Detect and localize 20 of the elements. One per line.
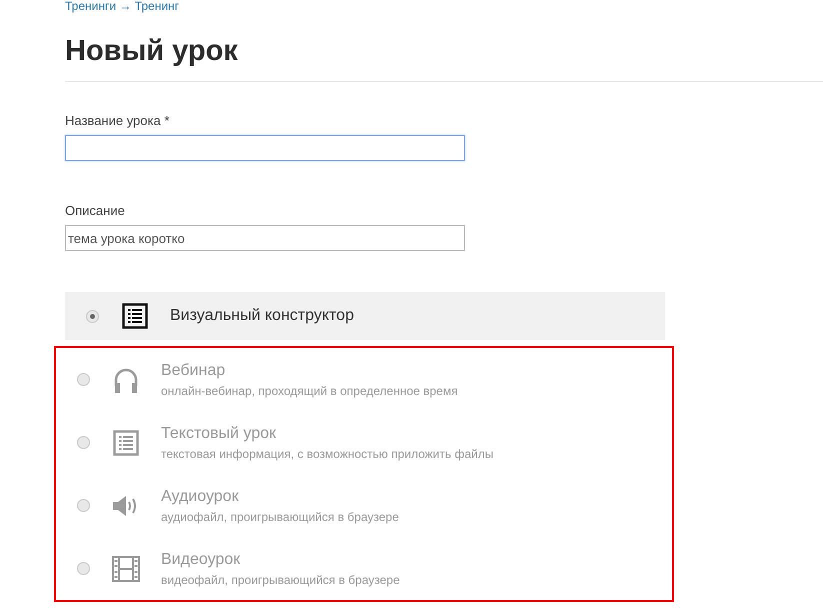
text-input[interactable] bbox=[65, 135, 465, 161]
text-input[interactable]: тема урока коротко bbox=[65, 225, 465, 251]
option-title: Текстовый урок bbox=[161, 424, 277, 444]
option-description: текстовая информация, с возможностью приложить файлы bbox=[161, 447, 494, 461]
list-icon bbox=[122, 303, 148, 329]
field-label: Описание bbox=[65, 203, 126, 218]
option-title: Аудиоурок bbox=[161, 487, 240, 507]
option-title: Вебинар bbox=[161, 361, 226, 381]
lesson-type-option[interactable]: Визуальный конструктор bbox=[65, 292, 665, 340]
option-title: Визуальный конструктор bbox=[170, 306, 354, 326]
film-icon bbox=[112, 556, 140, 582]
radio-button[interactable] bbox=[86, 310, 99, 322]
field-label: Название урока * bbox=[65, 113, 170, 128]
option-title: Видеоурок bbox=[161, 550, 242, 570]
breadcrumb[interactable]: Тренинги → Тренинг bbox=[65, 0, 823, 12]
page-title: Новый урок bbox=[65, 34, 239, 68]
list-icon bbox=[113, 430, 139, 456]
option-description: онлайн-вебинар, проходящий в определенное время bbox=[161, 384, 458, 398]
option-description: аудиофайл, проигрывающийся в браузере bbox=[161, 510, 399, 524]
option-description: видеофайл, проигрывающийся в браузере bbox=[161, 573, 400, 587]
